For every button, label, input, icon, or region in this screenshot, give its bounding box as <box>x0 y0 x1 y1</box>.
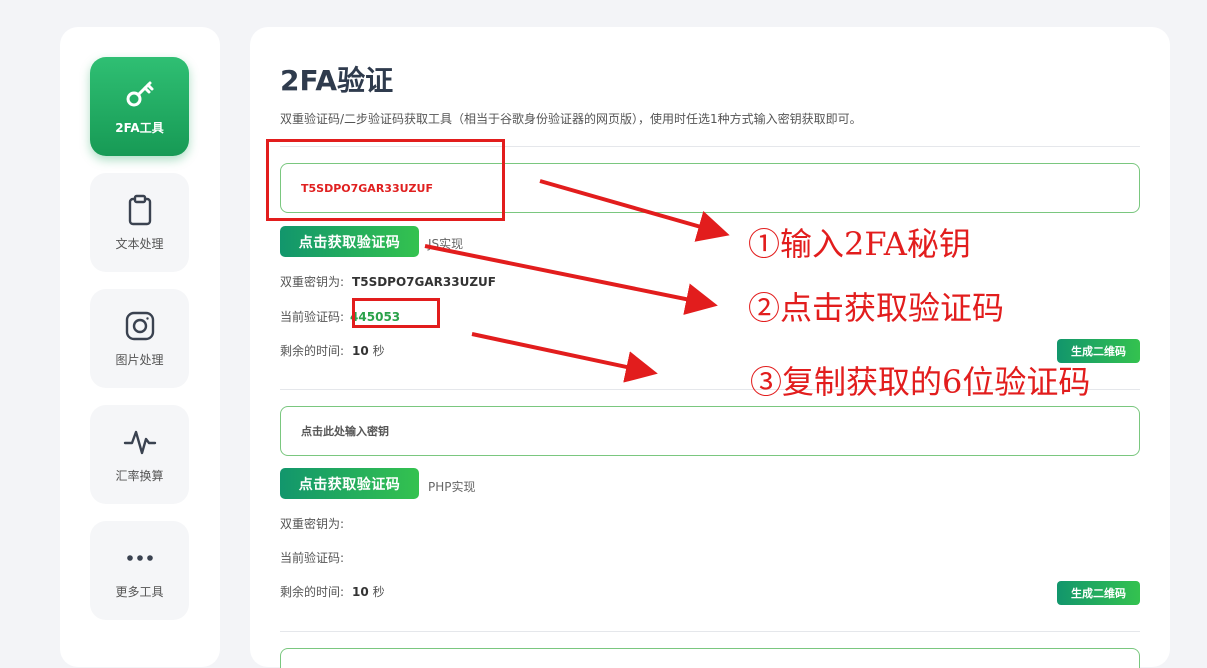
annotation-step1: ①输入2FA秘钥 <box>748 225 971 263</box>
annotation-step2: ②点击获取验证码 <box>748 289 1005 327</box>
arrow-step2 <box>424 244 718 315</box>
arrow-step3 <box>471 332 658 383</box>
annotation-arrows <box>424 179 730 383</box>
arrow-step1 <box>539 179 730 242</box>
annotation-step3: ③复制获取的6位验证码 <box>750 363 1091 401</box>
